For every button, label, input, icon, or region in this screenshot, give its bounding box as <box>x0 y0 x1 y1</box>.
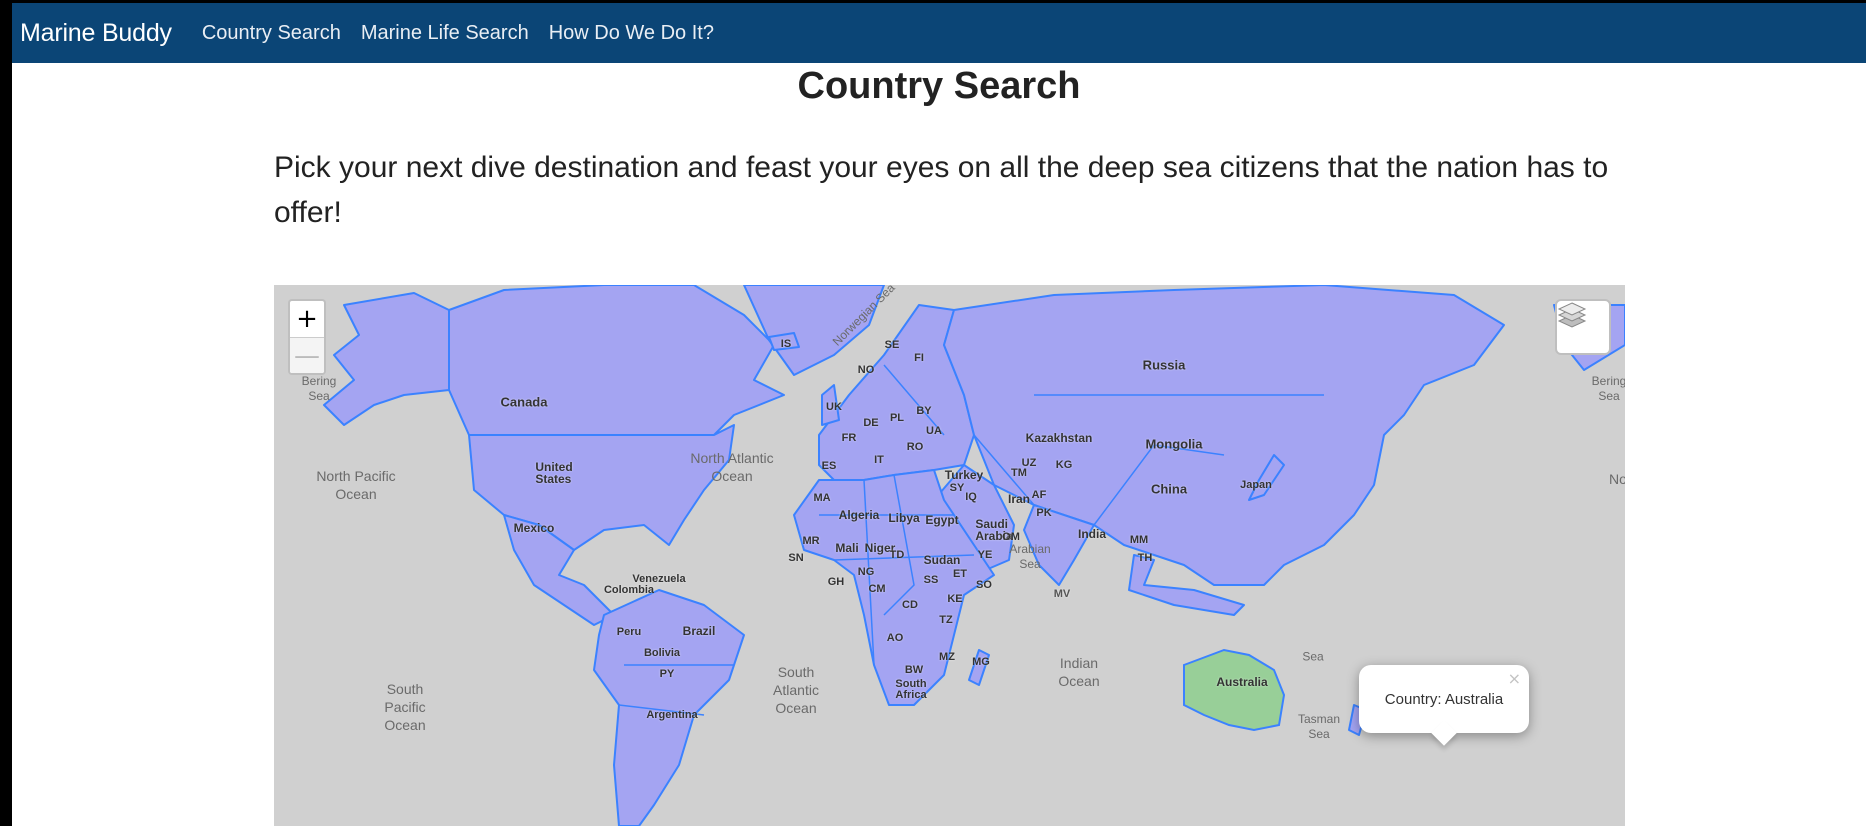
label-mm: MM <box>1129 534 1149 546</box>
label-tz: TZ <box>939 614 953 626</box>
label-no: NO <box>857 364 875 376</box>
label-ss: SS <box>923 574 939 586</box>
ocean-label-south-atlantic: South Atlantic Ocean <box>773 664 819 716</box>
layers-button[interactable] <box>1555 299 1611 355</box>
ocean-label-north-pacific-edge: No <box>1609 471 1625 487</box>
brand-link[interactable]: Marine Buddy <box>20 19 172 48</box>
label-united-states: United States <box>535 460 573 486</box>
label-ma: MA <box>813 492 831 504</box>
country-shape-australia <box>1183 648 1286 732</box>
nav-country-search[interactable]: Country Search <box>202 22 341 45</box>
popup-text: Country: Australia <box>1384 690 1504 708</box>
label-peru: Peru <box>616 626 642 638</box>
label-kg: KG <box>1055 459 1073 471</box>
label-iran: Iran <box>1007 492 1031 506</box>
country-popup: Country: Australia × <box>1359 665 1529 746</box>
label-south-africa: South Africa <box>895 678 927 701</box>
label-fi: FI <box>914 352 924 364</box>
label-brazil: Brazil <box>682 624 716 638</box>
world-map[interactable]: Russia Canada United States Mexico Kazak… <box>274 285 1625 826</box>
label-mz: MZ <box>939 651 955 663</box>
label-gh: GH <box>827 576 845 588</box>
label-so: SO <box>976 579 992 591</box>
label-india: India <box>1077 527 1107 541</box>
label-se: SE <box>884 339 900 351</box>
label-russia: Russia <box>1142 357 1186 373</box>
label-et: ET <box>952 568 968 580</box>
label-bolivia: Bolivia <box>643 647 681 659</box>
label-bw: BW <box>904 664 924 676</box>
label-ke: KE <box>947 593 963 605</box>
label-fr: FR <box>841 432 857 444</box>
zoom-control: + — <box>288 299 326 375</box>
country-shape-us-alaska <box>323 292 450 426</box>
label-mexico: Mexico <box>513 521 555 535</box>
country-shape-canada <box>448 285 785 436</box>
label-ro: RO <box>906 441 924 453</box>
label-libya: Libya <box>888 511 920 525</box>
ocean-label-indian-ocean: Indian Ocean <box>1058 655 1100 689</box>
ocean-label-bering-sea-left: Bering Sea <box>301 374 337 403</box>
label-ye: YE <box>977 549 993 561</box>
label-pk: PK <box>1036 507 1052 519</box>
screen-frame: Marine Buddy Country Search Marine Life … <box>0 0 1866 826</box>
label-by: BY <box>916 405 932 417</box>
label-egypt: Egypt <box>925 513 959 527</box>
page: Marine Buddy Country Search Marine Life … <box>12 3 1866 826</box>
nav-how-do-we-do-it[interactable]: How Do We Do It? <box>549 22 714 45</box>
label-australia: Australia <box>1216 675 1268 689</box>
ocean-label-north-pacific: North Pacific Ocean <box>316 468 396 502</box>
label-ua: UA <box>926 425 942 437</box>
label-cd: CD <box>902 599 918 611</box>
label-th: TH <box>1137 552 1153 564</box>
label-colombia: Colombia <box>603 584 655 596</box>
label-japan: Japan <box>1240 479 1272 491</box>
label-turkey: Turkey <box>944 468 984 482</box>
label-ao: AO <box>886 632 904 644</box>
ocean-label-north-atlantic: North Atlantic Ocean <box>690 450 774 484</box>
label-mv: MV <box>1053 588 1071 600</box>
label-sudan: Sudan <box>923 553 961 567</box>
label-algeria: Algeria <box>838 508 880 522</box>
label-sy: SY <box>949 482 965 494</box>
zoom-in-button[interactable]: + <box>290 301 324 337</box>
label-kazakhstan: Kazakhstan <box>1025 431 1093 445</box>
layers-icon <box>1557 302 1587 328</box>
label-uk: UK <box>826 401 842 413</box>
nav-marine-life-search[interactable]: Marine Life Search <box>361 22 529 45</box>
label-mg: MG <box>972 656 990 668</box>
ocean-label-arabian-sea: Arabian Sea <box>1009 542 1051 571</box>
navbar: Marine Buddy Country Search Marine Life … <box>12 3 1866 63</box>
label-canada: Canada <box>500 394 548 410</box>
label-tm: TM <box>1011 467 1027 479</box>
label-is: IS <box>780 338 792 350</box>
ocean-label-tasman-sea: Tasman Sea <box>1297 712 1341 741</box>
label-de: DE <box>863 417 879 429</box>
ocean-label-south-pacific: South Pacific Ocean <box>384 681 426 733</box>
label-sn: SN <box>788 552 804 564</box>
zoom-out-button[interactable]: — <box>290 337 324 373</box>
label-pl: PL <box>889 412 905 424</box>
label-it: IT <box>874 454 884 466</box>
label-af: AF <box>1031 489 1047 501</box>
label-iq: IQ <box>965 491 977 503</box>
intro-text: Pick your next dive destination and feas… <box>274 151 1609 229</box>
label-mongolia: Mongolia <box>1145 436 1203 452</box>
label-cm: CM <box>868 583 886 595</box>
label-mali: Mali <box>835 541 859 555</box>
page-title: Country Search <box>797 65 1081 107</box>
label-argentina: Argentina <box>646 709 698 721</box>
label-mr: MR <box>802 535 820 547</box>
label-py: PY <box>659 668 675 680</box>
ocean-label-sea: Sea <box>1302 649 1324 664</box>
label-ng: NG <box>857 566 875 578</box>
ocean-label-bering-sea-right: Bering Sea <box>1591 374 1625 403</box>
label-es: ES <box>821 460 837 472</box>
label-china: China <box>1150 481 1188 497</box>
popup-close-button[interactable]: × <box>1508 669 1521 688</box>
label-td: TD <box>889 549 905 561</box>
